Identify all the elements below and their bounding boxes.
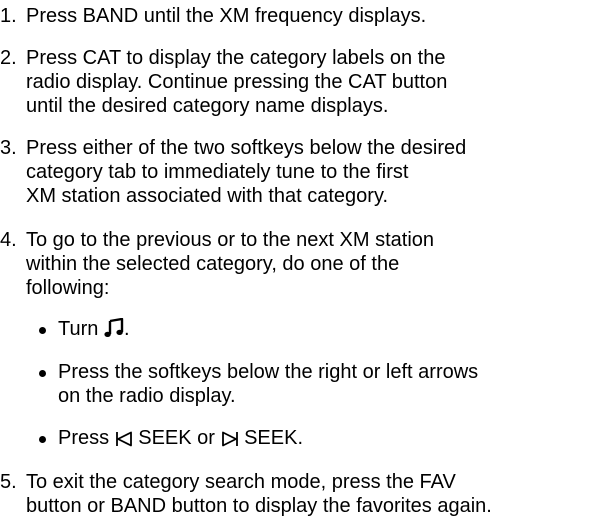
- bullet-line: on the radio display.: [58, 385, 236, 407]
- seek-back-icon: [115, 431, 132, 447]
- seek-forward-icon: [221, 431, 238, 447]
- step-line: To go to the previous or to the next XM …: [26, 229, 435, 251]
- step-line: within the selected category, do one of …: [26, 253, 400, 275]
- bullet-text: Press the softkeys below the right or le…: [58, 360, 591, 408]
- bullet-line: SEEK or: [138, 427, 215, 449]
- step-number: 2.: [0, 47, 17, 69]
- step-line: following:: [26, 277, 110, 299]
- step-text: Press CAT to display the category labels…: [26, 46, 591, 118]
- step-line: Press CAT to display the category labels…: [26, 47, 446, 69]
- step-line: category tab to immediately tune to the …: [26, 161, 409, 183]
- step-text: Press either of the two softkeys below t…: [26, 136, 591, 208]
- bullet-dot: [39, 327, 46, 334]
- bullet-line: SEEK.: [244, 427, 303, 449]
- step-line: radio display. Continue pressing the CAT…: [26, 71, 448, 93]
- step-line: Press either of the two softkeys below t…: [26, 137, 467, 159]
- step-number: 5.: [0, 471, 17, 493]
- bullet-text: Press SEEK or SEEK.: [58, 426, 591, 450]
- step-text: Press BAND until the XM frequency displa…: [26, 4, 591, 28]
- music-note-icon: [104, 318, 124, 337]
- bullet-text: Turn .: [58, 317, 591, 341]
- step-number: 3.: [0, 137, 17, 159]
- bullet-line: .: [123, 318, 130, 340]
- bullet-dot: [39, 370, 46, 377]
- step-line: To exit the category search mode, press …: [26, 471, 456, 493]
- step-text: To go to the previous or to the next XM …: [26, 228, 591, 300]
- step-text: To exit the category search mode, press …: [26, 470, 591, 518]
- bullet-line: Turn: [58, 318, 99, 340]
- step-number: 1.: [0, 5, 17, 27]
- step-line: button or BAND button to display the fav…: [26, 495, 492, 517]
- step-line: XM station associated with that category…: [26, 185, 389, 207]
- instruction-list: 1. Press BAND until the XM frequency dis…: [0, 0, 593, 518]
- step-line: until the desired category name displays…: [26, 95, 389, 117]
- bullet-dot: [39, 436, 46, 443]
- bullet-line: Press: [58, 427, 110, 449]
- bullet-line: Press the softkeys below the right or le…: [58, 361, 479, 383]
- step-line: Press BAND until the XM frequency displa…: [26, 5, 427, 27]
- step-number: 4.: [0, 229, 17, 251]
